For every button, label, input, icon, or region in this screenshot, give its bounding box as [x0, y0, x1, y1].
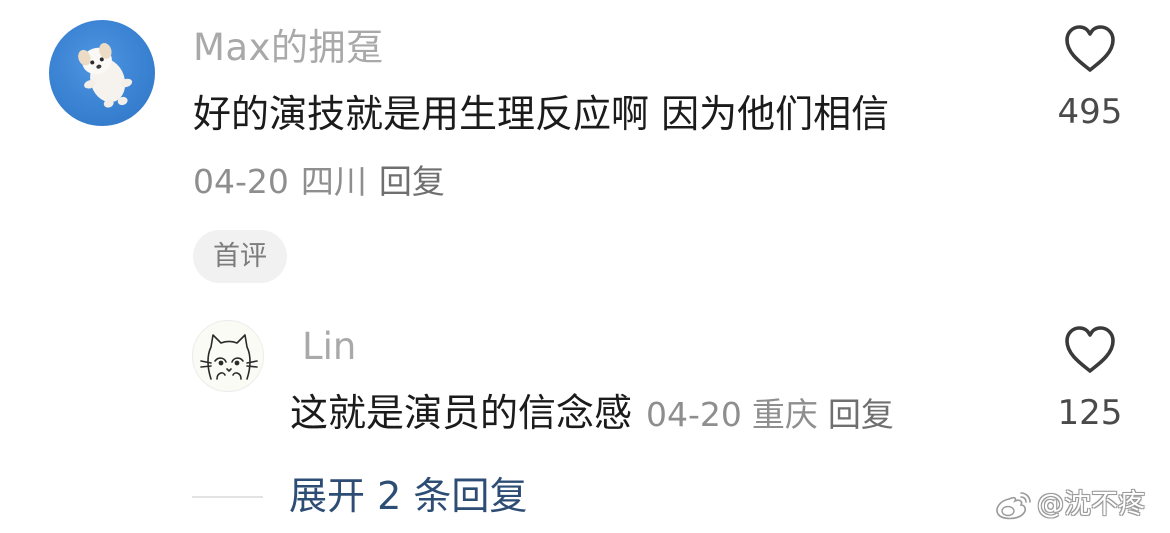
- cat-doodle-avatar-image: [200, 334, 258, 380]
- expand-replies-button[interactable]: 展开 2 条回复: [289, 471, 527, 521]
- first-comment-badge: 首评: [193, 230, 287, 283]
- puppy-avatar-image: [78, 43, 133, 108]
- commenter-name[interactable]: Max的拥趸: [193, 25, 384, 71]
- heart-outline-icon: [1065, 326, 1115, 373]
- heart-outline-icon: [1065, 25, 1115, 72]
- comment-reply-button[interactable]: 回复: [379, 162, 445, 201]
- replier-avatar[interactable]: [192, 320, 264, 392]
- comment-location: 四川: [300, 162, 367, 201]
- comment-like-count: 495: [1057, 92, 1123, 132]
- weibo-logo-icon: [996, 492, 1031, 520]
- expand-divider: [192, 496, 263, 498]
- reply-reply-button[interactable]: 回复: [828, 395, 894, 434]
- reply-location: 重庆: [751, 395, 818, 434]
- replier-name[interactable]: Lin: [302, 324, 356, 370]
- reply-like-button[interactable]: [1063, 325, 1117, 375]
- reply-date: 04-20: [646, 395, 742, 434]
- comment-meta: 04-20 四川 回复: [193, 160, 445, 204]
- reply-text: 这就是演员的信念感: [290, 391, 633, 435]
- watermark: @沈不疼: [993, 485, 1145, 525]
- watermark-text: @沈不疼: [1037, 489, 1145, 520]
- comment-like-button[interactable]: [1063, 24, 1117, 74]
- commenter-avatar[interactable]: [49, 20, 155, 126]
- comment-date: 04-20: [193, 162, 289, 201]
- reply-content: 这就是演员的信念感 04-20 重庆 回复: [290, 388, 894, 440]
- reply-like-count: 125: [1057, 393, 1123, 433]
- comment-text: 好的演技就是用生理反应啊 因为他们相信: [193, 92, 890, 136]
